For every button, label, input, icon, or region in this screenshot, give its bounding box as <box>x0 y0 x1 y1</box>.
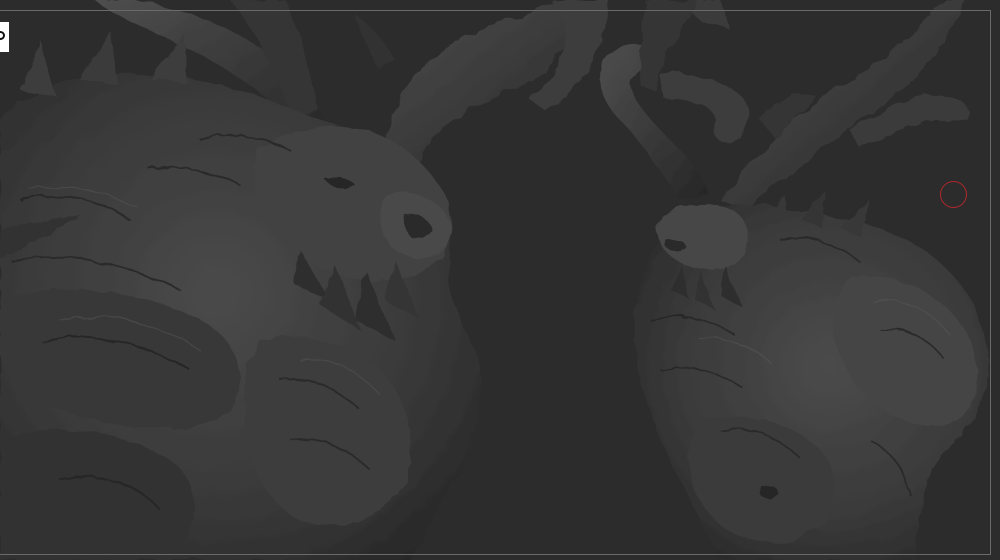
creature-bust-full-icon <box>600 0 989 560</box>
creature-bust-closeup-icon <box>0 0 610 560</box>
viewport-frame-bottom <box>0 554 991 555</box>
brush-circle-icon <box>940 181 967 208</box>
sculpt-scene <box>0 0 989 560</box>
corner-marker-icon[interactable] <box>0 22 9 52</box>
viewport-canvas[interactable] <box>0 0 1000 560</box>
corner-marker-glyph <box>0 31 5 40</box>
viewport-frame-top <box>0 10 991 11</box>
viewport-frame-right <box>990 10 991 555</box>
